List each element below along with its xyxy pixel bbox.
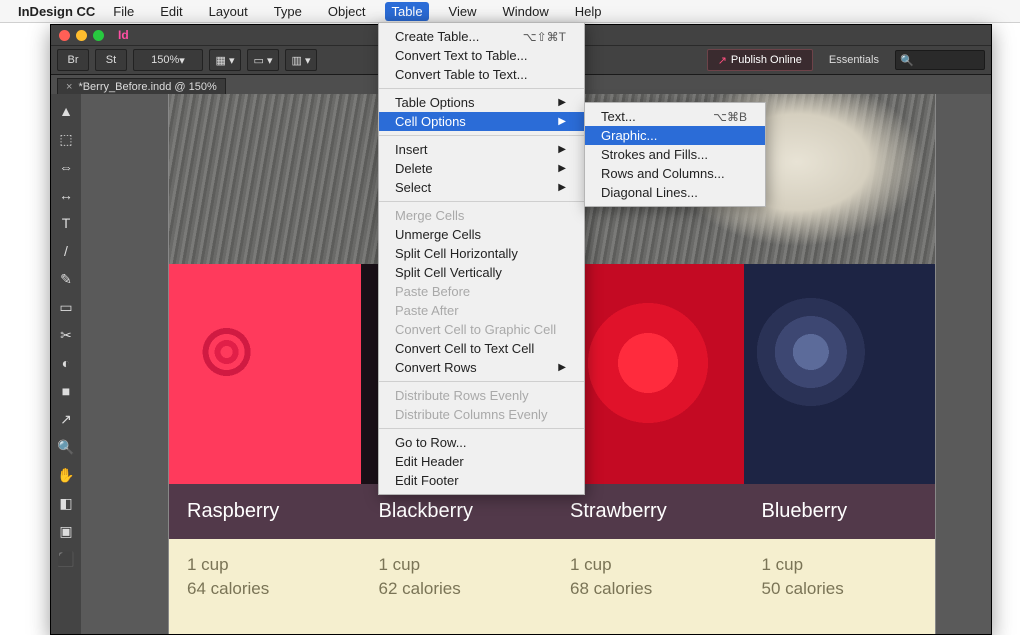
menu-item[interactable]: Insert▶ [379,140,584,159]
menu-item: Paste Before [379,282,584,301]
menu-file[interactable]: File [107,2,140,21]
menu-item[interactable]: Convert Text to Table... [379,46,584,65]
raspberry-image-cell[interactable] [169,264,361,484]
workspace-switcher[interactable]: Essentials [829,54,879,66]
nutrition-cell[interactable]: 1 cup62 calories [361,539,553,634]
menu-item[interactable]: Diagonal Lines... [585,183,765,202]
screen-mode-button[interactable]: ▭ ▾ [247,49,279,71]
window-minimize-button[interactable] [76,30,87,41]
menu-item[interactable]: Create Table...⌥⇧⌘T [379,27,584,46]
menu-layout[interactable]: Layout [203,2,254,21]
menu-help[interactable]: Help [569,2,608,21]
menu-type[interactable]: Type [268,2,308,21]
menu-item[interactable]: Convert Table to Text... [379,65,584,84]
rectangle-frame-tool-icon[interactable]: ▭ [53,294,79,320]
menu-item[interactable]: Cell Options▶ [379,112,584,131]
menu-item[interactable]: Go to Row... [379,433,584,452]
menu-item[interactable]: Unmerge Cells [379,225,584,244]
indesign-logo-icon: Id [118,28,129,42]
mac-menubar: InDesign CC File Edit Layout Type Object… [0,0,1020,23]
menu-item[interactable]: Split Cell Vertically [379,263,584,282]
app-name[interactable]: InDesign CC [18,4,95,19]
table-dropdown-menu: Create Table...⌥⇧⌘TConvert Text to Table… [378,22,585,495]
arrange-button[interactable]: ▥ ▾ [285,49,317,71]
menu-table[interactable]: Table [385,2,428,21]
stock-button[interactable]: St [95,49,127,71]
menu-item[interactable]: Edit Header [379,452,584,471]
eyedropper-tool-icon[interactable]: ↗ [53,406,79,432]
menu-item[interactable]: Delete▶ [379,159,584,178]
menu-item[interactable]: Edit Footer [379,471,584,490]
menu-item[interactable]: Table Options▶ [379,93,584,112]
menu-item[interactable]: Rows and Columns... [585,164,765,183]
menu-item[interactable]: Convert Cell to Text Cell [379,339,584,358]
menu-item: Distribute Columns Evenly [379,405,584,424]
document-tab[interactable]: ×*Berry_Before.indd @ 150% [57,78,226,95]
page-tool-icon[interactable]: ⇔ [53,154,79,180]
cell-options-submenu: Text...⌥⌘BGraphic...Strokes and Fills...… [584,102,766,207]
nutrition-cell[interactable]: 1 cup50 calories [744,539,936,634]
zoom-tool-icon[interactable]: 🔍 [53,434,79,460]
window-maximize-button[interactable] [93,30,104,41]
zoom-level-dropdown[interactable]: 150% ▾ [133,49,203,71]
menu-item[interactable]: Graphic... [585,126,765,145]
view-options-button[interactable]: ▦ ▾ [209,49,241,71]
type-tool-icon[interactable]: T [53,210,79,236]
nutrition-cell[interactable]: 1 cup68 calories [552,539,744,634]
name-cell[interactable]: Raspberry [169,484,361,539]
menu-item: Paste After [379,301,584,320]
menu-item[interactable]: Text...⌥⌘B [585,107,765,126]
direct-selection-tool-icon[interactable]: ⬚ [53,126,79,152]
menu-item[interactable]: Strokes and Fills... [585,145,765,164]
menu-window[interactable]: Window [497,2,555,21]
menu-item: Merge Cells [379,206,584,225]
name-cell[interactable]: Blueberry [744,484,936,539]
blueberry-image-cell[interactable] [744,264,936,484]
close-tab-icon[interactable]: × [66,81,72,93]
pen-tool-icon[interactable]: ✎ [53,266,79,292]
line-tool-icon[interactable]: / [53,238,79,264]
menu-item: Distribute Rows Evenly [379,386,584,405]
bridge-button[interactable]: Br [57,49,89,71]
menu-item[interactable]: Convert Rows▶ [379,358,584,377]
menu-item[interactable]: Select▶ [379,178,584,197]
menu-edit[interactable]: Edit [154,2,188,21]
tools-panel: ▲ ⬚ ⇔ ↔ T / ✎ ▭ ✂ ◐ ■ ↗ 🔍 ✋ ◧ ▣ ⬛ [51,94,82,634]
selection-tool-icon[interactable]: ▲ [53,98,79,124]
menu-view[interactable]: View [443,2,483,21]
search-input[interactable]: 🔍 [895,50,985,70]
menu-object[interactable]: Object [322,2,372,21]
gradient-swatch-tool-icon[interactable]: ■ [53,378,79,404]
publish-online-button[interactable]: Publish Online [707,49,813,71]
scissors-tool-icon[interactable]: ✂ [53,322,79,348]
nutrition-row: 1 cup64 calories 1 cup62 calories 1 cup6… [169,539,935,634]
screen-mode-tool-icon[interactable]: ⬛ [53,546,79,572]
window-close-button[interactable] [59,30,70,41]
nutrition-cell[interactable]: 1 cup64 calories [169,539,361,634]
fill-stroke-icon[interactable]: ◧ [53,490,79,516]
gap-tool-icon[interactable]: ↔ [53,182,79,208]
menu-item[interactable]: Split Cell Horizontally [379,244,584,263]
menu-item: Convert Cell to Graphic Cell [379,320,584,339]
hand-tool-icon[interactable]: ✋ [53,462,79,488]
free-transform-tool-icon[interactable]: ◐ [53,350,79,376]
color-theme-tool-icon[interactable]: ▣ [53,518,79,544]
